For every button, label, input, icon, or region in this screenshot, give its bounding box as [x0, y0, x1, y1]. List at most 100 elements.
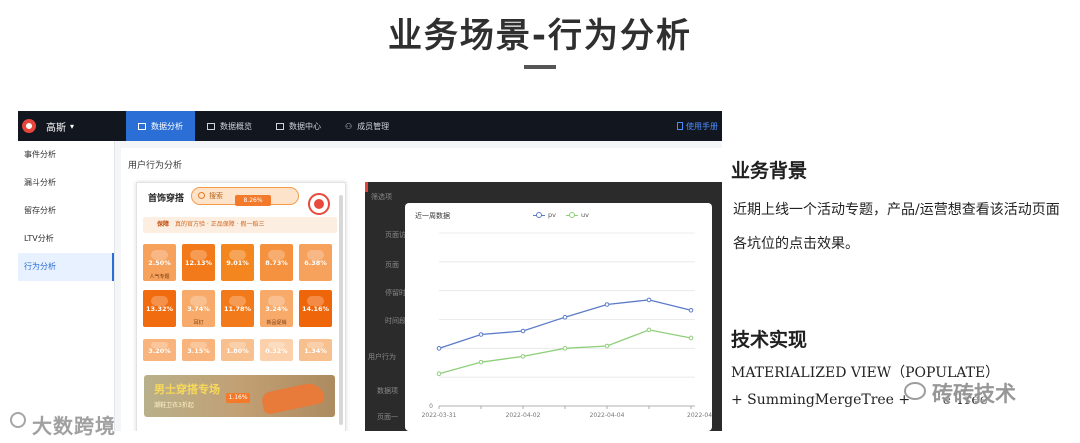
guarantee-notice: 保障 真的官方验 · 正品保障 · 假一赔三 [143, 217, 337, 233]
tile-percentage: 3.15% [187, 347, 210, 355]
main-content: 用户行为分析 首饰穿搭 搜索 8.26% 保障 真的官方验 · 正品保障 · 假一… [121, 148, 722, 431]
manual-label: 使用手册 [686, 121, 718, 131]
promo-banner[interactable]: 男士穿搭专场 潮鞋卫衣3折起 1.16% [144, 375, 335, 417]
heatmap-tile[interactable]: 1.34% [299, 339, 332, 361]
data-point-uv [478, 359, 484, 365]
sidebar-item-ltv-analysis[interactable]: LTV分析 [18, 225, 114, 253]
monitor-icon [207, 122, 215, 130]
data-point-pv [520, 328, 526, 334]
top-navbar: 高斯 ▾ 数据分析 数据概览 数据中心 ⚇ 成员管理 使用手册 [18, 111, 722, 141]
heatmap-tile[interactable]: 6.38% [299, 244, 332, 281]
tab-label: 数据概览 [220, 121, 252, 131]
sidebar: 事件分析 漏斗分析 留存分析 LTV分析 行为分析 [18, 141, 115, 431]
data-point-pv [478, 332, 484, 337]
folder-icon [276, 122, 284, 130]
tile-percentage: 14.16% [301, 305, 330, 313]
data-point-uv [562, 346, 568, 351]
line-chart: 0 2022-03-31 2022-04-02 2022-04-04 2022-04- [422, 232, 712, 419]
tab-label: 数据中心 [289, 121, 321, 131]
tab-data-center[interactable]: 数据中心 [264, 111, 333, 141]
panel-label: 筛选项 [371, 193, 392, 201]
tech-heading: 技术实现 [731, 329, 808, 351]
data-point-pv [646, 297, 652, 303]
data-point-uv [520, 354, 526, 359]
title-underline [524, 65, 556, 69]
phone-header: 首饰穿搭 搜索 8.26% [137, 183, 345, 215]
sidebar-item-behavior-analysis[interactable]: 行为分析 [18, 253, 114, 281]
tile-percentage: 2.50% [148, 259, 171, 267]
heatmap-tile[interactable]: 3.24% 新品促销 [260, 290, 293, 327]
data-point-pv [436, 346, 442, 351]
tile-percentage: 12.13% [184, 259, 213, 267]
data-point-uv [646, 327, 652, 333]
sidebar-item-event-analysis[interactable]: 事件分析 [18, 141, 114, 169]
brand-name: 高斯 [46, 122, 66, 134]
panel-label: 时间段 [385, 317, 406, 325]
tile-label: 新品促销 [266, 320, 287, 326]
user-manual-link[interactable]: 使用手册 [677, 111, 718, 141]
panel-label: 页面一 [377, 413, 398, 421]
banner-title: 男士穿搭专场 [154, 383, 220, 396]
heatmap-tile[interactable]: 12.13% [182, 244, 215, 281]
x-tick-label: 2022-03-31 [422, 412, 457, 419]
tab-label: 成员管理 [357, 121, 390, 131]
search-placeholder: 搜索 [209, 192, 223, 200]
heatmap-tile[interactable]: 11.78% [221, 290, 254, 327]
heatmap-tile[interactable]: 13.32% [143, 290, 176, 327]
data-point-uv [604, 343, 610, 349]
legend-label: pv [548, 211, 556, 219]
tile-percentage: 1.34% [304, 347, 327, 355]
tab-member-management[interactable]: ⚇ 成员管理 [333, 111, 401, 141]
data-point-pv [688, 307, 694, 313]
tile-label: 耳钉 [193, 320, 204, 326]
tile-percentage: 8.73% [265, 259, 288, 267]
panel-label: 页面访 [385, 231, 406, 239]
data-point-uv [436, 371, 442, 377]
chart-title: 近一周数据 [415, 212, 450, 220]
sidebar-item-funnel-analysis[interactable]: 漏斗分析 [18, 169, 114, 197]
phone-preview: 首饰穿搭 搜索 8.26% 保障 真的官方验 · 正品保障 · 假一赔三 2.50… [136, 182, 346, 431]
x-tick-label: 2022-04-02 [506, 412, 541, 419]
document-icon [677, 122, 683, 130]
tile-percentage: 3.20% [148, 347, 171, 355]
brand-logo-icon [22, 119, 36, 133]
legend-item-pv[interactable]: pv [533, 211, 556, 219]
tab-data-overview[interactable]: 数据概览 [195, 111, 264, 141]
heatmap-tile[interactable]: 1.80% [221, 339, 254, 361]
tile-percentage: 6.38% [304, 259, 327, 267]
banner-subtitle: 潮鞋卫衣3折起 [154, 402, 194, 409]
heatmap-tile[interactable]: 3.20% [143, 339, 176, 361]
legend-item-uv[interactable]: uv [565, 211, 589, 219]
avatar[interactable] [308, 193, 330, 215]
data-point-pv [604, 302, 610, 307]
tile-percentage: 13.32% [145, 305, 174, 313]
main-nav: 数据分析 数据概览 数据中心 ⚇ 成员管理 [126, 111, 401, 141]
heatmap-tile[interactable]: 2.50% 人气专题 [143, 244, 176, 281]
heatmap-tile[interactable]: 9.01% [221, 244, 254, 281]
tile-percentage: 1.80% [226, 347, 249, 355]
panel-label: 用户行为 [368, 353, 396, 361]
heatmap-tile[interactable]: 8.73% [260, 244, 293, 281]
sidebar-item-retention-analysis[interactable]: 留存分析 [18, 197, 114, 225]
brand-switcher[interactable]: 高斯 ▾ [18, 111, 126, 141]
tile-percentage: 3.24% [265, 305, 288, 313]
chart-icon [138, 122, 146, 130]
tile-percentage: 3.74% [187, 305, 210, 313]
tech-line-2-head: + SummingMergeTree + [731, 392, 915, 408]
legend-label: uv [580, 211, 589, 219]
click-rate-badge: 8.26% [235, 195, 271, 206]
background-heading: 业务背景 [731, 160, 808, 182]
tile-percentage: 9.01% [226, 259, 249, 267]
panel-label: 停留时 [385, 289, 406, 297]
heatmap-tile[interactable]: 0.32% [260, 339, 293, 361]
x-tick-label: 2022-04- [687, 412, 712, 419]
data-point-pv [562, 314, 568, 320]
tab-data-analysis[interactable]: 数据分析 [126, 111, 195, 141]
app-screenshot: 高斯 ▾ 数据分析 数据概览 数据中心 ⚇ 成员管理 使用手册 事件分析 漏斗分… [18, 111, 722, 431]
heatmap-tile[interactable]: 3.74% 耳钉 [182, 290, 215, 327]
phone-scrollbar[interactable] [339, 195, 343, 425]
heatmap-tile[interactable]: 3.15% [182, 339, 215, 361]
wechat-logo-icon [904, 382, 926, 400]
tile-label: 人气专题 [149, 274, 170, 280]
heatmap-tile[interactable]: 14.16% [299, 290, 332, 327]
